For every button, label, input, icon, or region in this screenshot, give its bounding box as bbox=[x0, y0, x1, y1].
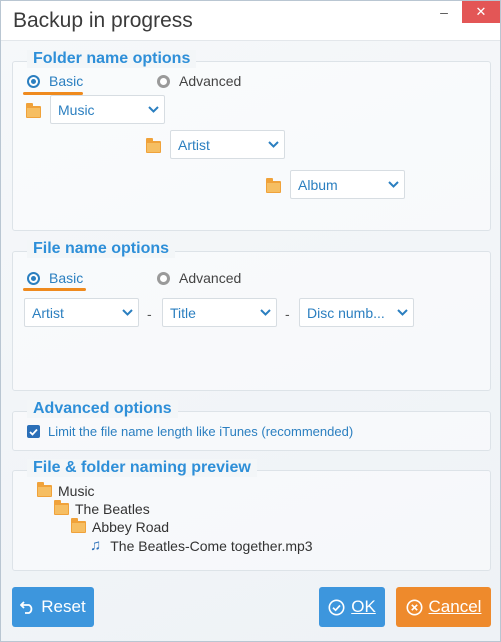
window-title: Backup in progress bbox=[13, 9, 193, 32]
folder-name-options-title: Folder name options bbox=[27, 50, 197, 68]
advanced-options-title: Advanced options bbox=[27, 400, 178, 418]
separator-dash: - bbox=[147, 306, 152, 322]
preview-folder-level-2: The Beatles bbox=[54, 500, 150, 517]
file-part-1-select[interactable]: Artist bbox=[24, 298, 139, 327]
check-circle-icon bbox=[328, 599, 345, 616]
radio-unselected-icon bbox=[157, 74, 170, 88]
backup-dialog: Backup in progress – ✕ Folder name optio… bbox=[0, 0, 501, 642]
cancel-circle-icon bbox=[406, 599, 423, 616]
limit-filename-label: Limit the file name length like iTunes (… bbox=[48, 424, 354, 439]
file-part-2-select[interactable]: Title bbox=[162, 298, 277, 327]
minimize-button[interactable]: – bbox=[427, 1, 461, 23]
file-part-1-value: Artist bbox=[32, 304, 64, 321]
music-note-icon: ♫ bbox=[90, 537, 102, 554]
preview-folder-level-1: Music bbox=[37, 482, 95, 499]
ok-button[interactable]: OK bbox=[319, 587, 385, 627]
folder-level-1-select[interactable]: Music bbox=[50, 95, 165, 124]
ok-label: OK bbox=[351, 597, 376, 616]
folder-radio-advanced-label: Advanced bbox=[179, 73, 242, 89]
folder-icon bbox=[26, 103, 41, 118]
file-part-3-value: Disc numb... bbox=[307, 304, 385, 321]
folder-level-2-value: Artist bbox=[178, 136, 210, 153]
reset-label: Reset bbox=[41, 597, 86, 616]
folder-icon bbox=[146, 138, 161, 153]
radio-unselected-icon bbox=[157, 271, 170, 285]
cancel-button[interactable]: Cancel bbox=[396, 587, 491, 627]
folder-level-3-select[interactable]: Album bbox=[290, 170, 405, 199]
separator-dash: - bbox=[285, 306, 290, 322]
checkmark-icon bbox=[27, 425, 40, 438]
file-name-options-group: File name options Basic Advanced Artist … bbox=[12, 240, 491, 391]
limit-filename-checkbox[interactable]: Limit the file name length like iTunes (… bbox=[27, 424, 353, 439]
folder-icon bbox=[71, 518, 86, 533]
cancel-label: Cancel bbox=[428, 597, 482, 616]
folder-level-3-value: Album bbox=[298, 176, 338, 193]
file-name-options-title: File name options bbox=[27, 240, 176, 258]
naming-preview-title: File & folder naming preview bbox=[27, 459, 257, 477]
radio-selected-icon bbox=[27, 74, 40, 88]
folder-radio-advanced[interactable]: Advanced bbox=[157, 73, 241, 89]
folder-icon bbox=[37, 482, 52, 497]
file-radio-advanced-label: Advanced bbox=[179, 270, 242, 286]
chevron-down-icon bbox=[142, 106, 164, 113]
reset-button[interactable]: Reset bbox=[12, 587, 94, 627]
preview-file: ♫ The Beatles-Come together.mp3 bbox=[90, 537, 313, 554]
folder-name-options-group: Folder name options Basic Advanced Music… bbox=[12, 50, 491, 231]
chevron-down-icon bbox=[116, 309, 138, 316]
preview-folder-2-label: The Beatles bbox=[75, 501, 150, 517]
chevron-down-icon bbox=[262, 141, 284, 148]
chevron-down-icon bbox=[254, 309, 276, 316]
folder-radio-basic[interactable]: Basic bbox=[27, 73, 83, 89]
preview-folder-1-label: Music bbox=[58, 483, 95, 499]
file-basic-underline bbox=[23, 288, 86, 291]
file-part-2-value: Title bbox=[170, 304, 196, 321]
folder-icon bbox=[54, 500, 69, 515]
undo-icon bbox=[20, 600, 35, 614]
preview-folder-level-3: Abbey Road bbox=[71, 518, 170, 535]
preview-file-label: The Beatles-Come together.mp3 bbox=[110, 537, 313, 554]
title-bar: Backup in progress – ✕ bbox=[1, 1, 500, 41]
file-radio-basic[interactable]: Basic bbox=[27, 270, 83, 286]
chevron-down-icon bbox=[382, 181, 404, 188]
naming-preview-group: File & folder naming preview Music The B… bbox=[12, 459, 491, 571]
file-part-3-select[interactable]: Disc numb... bbox=[299, 298, 414, 327]
radio-selected-icon bbox=[27, 271, 40, 285]
folder-radio-basic-label: Basic bbox=[49, 73, 84, 89]
folder-icon bbox=[266, 178, 281, 193]
chevron-down-icon bbox=[391, 309, 413, 316]
folder-level-1-value: Music bbox=[58, 101, 95, 118]
file-radio-advanced[interactable]: Advanced bbox=[157, 270, 241, 286]
advanced-options-group: Advanced options Limit the file name len… bbox=[12, 400, 491, 451]
close-button[interactable]: ✕ bbox=[462, 1, 500, 23]
file-radio-basic-label: Basic bbox=[49, 270, 84, 286]
preview-folder-3-label: Abbey Road bbox=[92, 519, 170, 535]
folder-level-2-select[interactable]: Artist bbox=[170, 130, 285, 159]
